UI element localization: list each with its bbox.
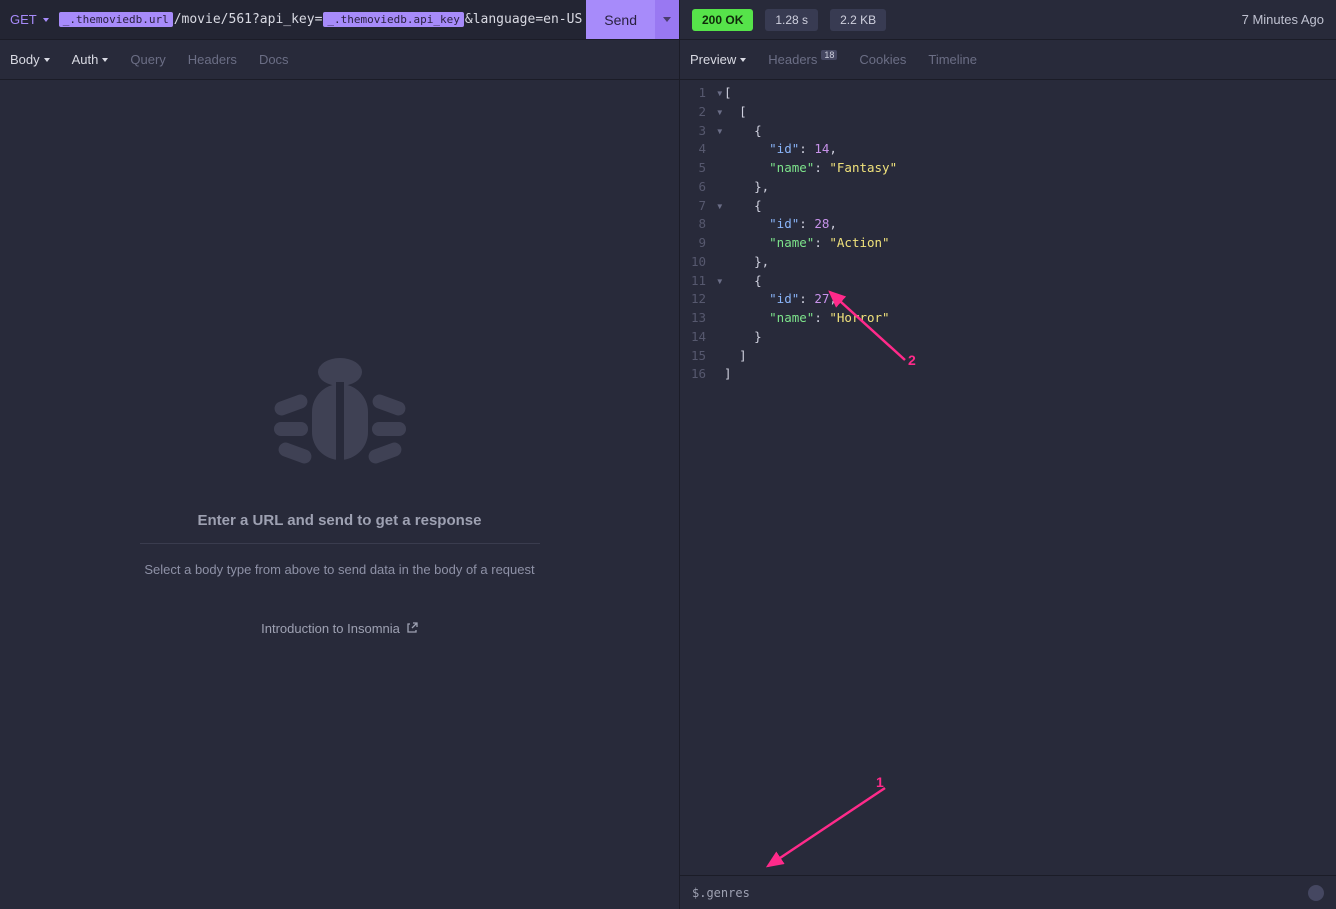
status-ago: 7 Minutes Ago — [1242, 12, 1324, 27]
intro-link[interactable]: Introduction to Insomnia — [261, 621, 418, 636]
tab-body[interactable]: Body — [10, 52, 50, 67]
code-line: 3▾ { — [680, 122, 1336, 141]
tab-label: Preview — [690, 52, 736, 67]
url-input[interactable]: _.themoviedb.url /movie/561?api_key= _.t… — [59, 0, 584, 39]
external-link-icon — [406, 622, 418, 634]
chevron-down-icon — [740, 58, 746, 62]
chevron-down-icon — [102, 58, 108, 62]
url-segment: &language=en-US — [464, 12, 583, 27]
code-line: 7▾ { — [680, 197, 1336, 216]
code-line: 6 }, — [680, 178, 1336, 197]
empty-title: Enter a URL and send to get a response — [198, 512, 482, 529]
tab-query[interactable]: Query — [130, 52, 165, 67]
code-line: 9 "name": "Action" — [680, 234, 1336, 253]
code-line: 14 } — [680, 328, 1336, 347]
chevron-down-icon — [43, 18, 49, 22]
tab-label: Body — [10, 52, 40, 67]
code-line: 12 "id": 27, — [680, 290, 1336, 309]
filter-hint-icon[interactable] — [1308, 885, 1324, 901]
tab-timeline[interactable]: Timeline — [928, 52, 977, 67]
code-line: 2▾ [ — [680, 103, 1336, 122]
env-chip-url[interactable]: _.themoviedb.url — [59, 12, 173, 27]
url-segment: /movie/561?api_key= — [173, 12, 324, 27]
code-line: 16 ] — [680, 365, 1336, 384]
tab-headers[interactable]: Headers — [188, 52, 237, 67]
status-time-badge: 1.28 s — [765, 9, 818, 31]
code-line: 4 "id": 14, — [680, 140, 1336, 159]
request-tabs: Body Auth Query Headers Docs — [0, 40, 679, 80]
code-line: 8 "id": 28, — [680, 215, 1336, 234]
tab-preview[interactable]: Preview — [690, 52, 746, 67]
response-tabs: Preview Headers 18 Cookies Timeline — [680, 40, 1336, 80]
url-bar: GET _.themoviedb.url /movie/561?api_key=… — [0, 0, 679, 40]
chevron-down-icon — [663, 17, 671, 22]
empty-subtitle: Select a body type from above to send da… — [144, 562, 534, 577]
code-line: 15 ] — [680, 347, 1336, 366]
intro-link-label: Introduction to Insomnia — [261, 621, 400, 636]
chevron-down-icon — [44, 58, 50, 62]
empty-state: Enter a URL and send to get a response S… — [0, 80, 679, 909]
response-filter-bar[interactable]: $.genres — [680, 875, 1336, 909]
tab-response-headers[interactable]: Headers 18 — [768, 52, 837, 67]
tab-label: Auth — [72, 52, 99, 67]
status-size-badge: 2.2 KB — [830, 9, 886, 31]
send-dropdown-button[interactable] — [655, 0, 679, 39]
http-method-dropdown[interactable]: GET — [0, 0, 59, 39]
tab-docs[interactable]: Docs — [259, 52, 289, 67]
status-code-badge: 200 OK — [692, 9, 753, 31]
response-code-viewer[interactable]: 1▾[2▾ [3▾ {4 "id": 14,5 "name": "Fantasy… — [680, 80, 1336, 875]
filter-input[interactable]: $.genres — [692, 886, 750, 900]
send-button[interactable]: Send — [586, 0, 655, 39]
code-line: 5 "name": "Fantasy" — [680, 159, 1336, 178]
response-status-bar: 200 OK 1.28 s 2.2 KB 7 Minutes Ago — [680, 0, 1336, 40]
tab-label: Headers — [768, 52, 817, 67]
code-line: 1▾[ — [680, 84, 1336, 103]
tab-auth[interactable]: Auth — [72, 52, 109, 67]
bug-icon — [270, 354, 410, 484]
headers-count-badge: 18 — [821, 50, 837, 60]
tab-cookies[interactable]: Cookies — [859, 52, 906, 67]
code-line: 13 "name": "Horror" — [680, 309, 1336, 328]
code-line: 10 }, — [680, 253, 1336, 272]
divider — [140, 543, 540, 544]
env-chip-apikey[interactable]: _.themoviedb.api_key — [323, 12, 463, 27]
http-method-label: GET — [10, 12, 37, 27]
code-line: 11▾ { — [680, 272, 1336, 291]
